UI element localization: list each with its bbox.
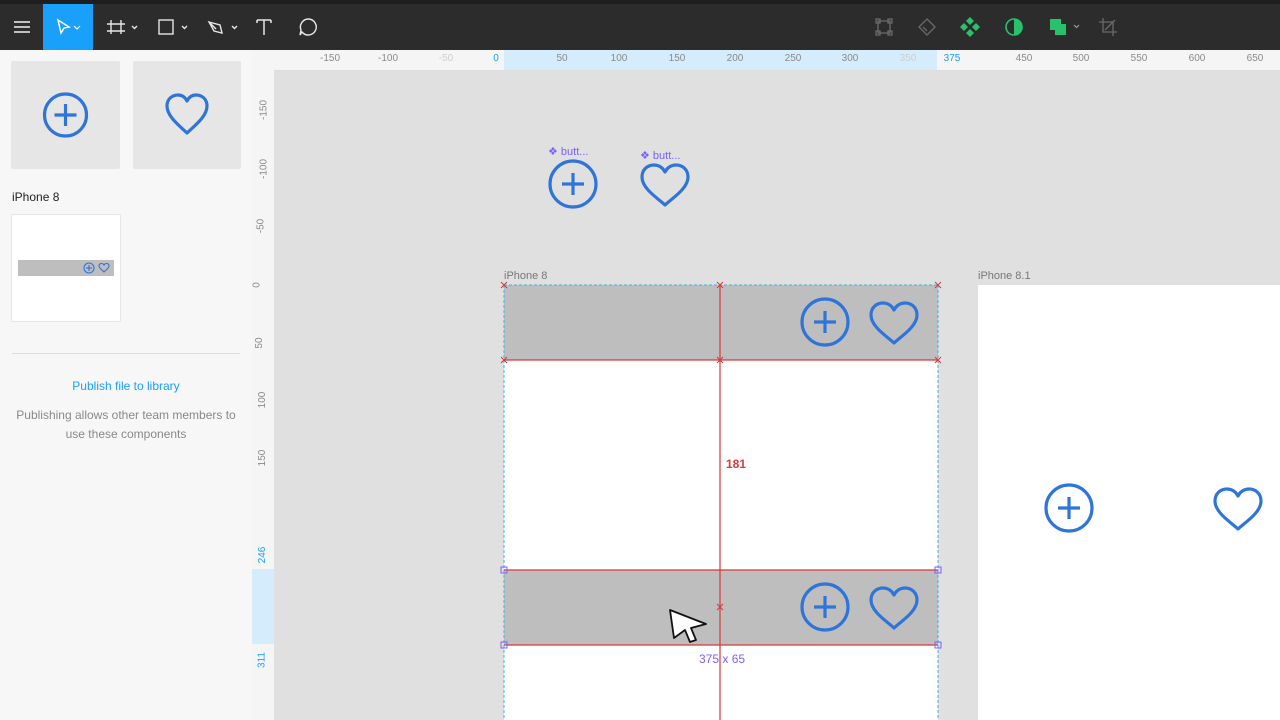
cursor-arrow-icon <box>56 18 81 35</box>
ruler-tick-label: 50 <box>254 337 266 349</box>
ruler-tick-label: 375 <box>943 53 961 64</box>
ruler-tick-label: 0 <box>493 53 499 64</box>
ruler-tick-label: -150 <box>258 99 270 121</box>
ruler-tick-label: 550 <box>1130 53 1148 64</box>
mouse-cursor-icon <box>669 609 707 643</box>
ruler-tick-label: 300 <box>841 53 859 64</box>
ruler-tick-label: -100 <box>258 158 270 180</box>
plus-circle-icon <box>42 92 89 138</box>
publish-description: Publishing allows other team members to … <box>16 408 236 441</box>
ruler-tick-label: 150 <box>256 449 268 467</box>
ruler-tick-label: 150 <box>668 53 686 64</box>
ruler-selection-highlight-v <box>252 569 274 644</box>
ruler-tick-label: 250 <box>784 53 802 64</box>
ruler-tick-label: 50 <box>556 53 568 64</box>
text-icon <box>256 19 272 35</box>
vertical-ruler: -150 -100 -50 0 50 100 150 246 311 <box>252 70 275 720</box>
ruler-tick-label: -50 <box>438 53 454 64</box>
ruler-tick-label: 500 <box>1072 53 1090 64</box>
ruler-tick-label: 450 <box>1015 53 1033 64</box>
page-title: iPhone 8 <box>12 190 60 204</box>
udemy-watermark: Udemy <box>1198 685 1252 702</box>
toolbar-top-strip <box>0 0 1280 4</box>
ruler-tick-label: -100 <box>377 53 399 64</box>
hamburger-menu-button[interactable] <box>0 4 43 50</box>
assets-sidebar: iPhone 8 Publish file to library Publish… <box>0 50 253 720</box>
ruler-tick-label: -150 <box>319 53 341 64</box>
crop-icon <box>1099 18 1117 36</box>
ruler-tick-label: 600 <box>1188 53 1206 64</box>
mask-icon <box>1005 18 1023 36</box>
comment-icon <box>299 18 317 36</box>
page-thumbnail[interactable] <box>11 214 121 322</box>
bounds-icon <box>875 18 893 36</box>
pen-icon <box>207 20 238 34</box>
crop-button[interactable] <box>1094 4 1122 50</box>
measurement-overlay <box>500 281 942 720</box>
shape-tool-button[interactable] <box>150 4 190 50</box>
frame-icon <box>107 20 138 34</box>
vertical-gap-measure: 181 <box>726 457 747 471</box>
ruler-tick-label: 311 <box>256 652 268 668</box>
boolean-icon <box>918 18 936 36</box>
hamburger-icon <box>13 21 30 33</box>
union-icon <box>1050 19 1080 35</box>
ruler-tick-label: 200 <box>726 53 744 64</box>
ruler-selection-highlight <box>504 50 937 70</box>
pen-tool-button[interactable] <box>200 4 240 50</box>
design-canvas[interactable]: ❖ butt... ❖ butt... iPhone 8 iPhone 8.1 <box>274 71 1280 720</box>
component-icon <box>960 17 980 37</box>
comment-tool-button[interactable] <box>294 4 322 50</box>
component-bounds-button[interactable] <box>870 4 898 50</box>
ruler-tick-label: 100 <box>256 391 268 409</box>
create-component-button[interactable] <box>956 4 984 50</box>
ruler-tick-label: 100 <box>610 53 628 64</box>
ruler-tick-label: 246 <box>256 546 268 564</box>
ruler-tick-label: 350 <box>899 53 917 64</box>
mask-button[interactable] <box>1000 4 1028 50</box>
ruler-tick-label: 650 <box>1246 53 1264 64</box>
horizontal-ruler: -150 -100 -50 0 50 100 150 200 250 300 350 375 450 50… <box>252 50 1280 71</box>
rectangle-icon <box>158 19 188 35</box>
move-tool-button[interactable] <box>43 4 93 50</box>
union-button[interactable] <box>1044 4 1084 50</box>
thumbnail-icons <box>83 262 110 274</box>
component-card-plus[interactable] <box>11 61 120 169</box>
heart-icon <box>165 93 209 135</box>
text-tool-button[interactable] <box>250 4 278 50</box>
toolbar <box>0 0 1280 50</box>
selection-size-label: 375 x 65 <box>699 652 746 666</box>
frame-tool-button[interactable] <box>100 4 140 50</box>
thumbnail-bar <box>18 260 114 276</box>
component-card-heart[interactable] <box>133 61 241 169</box>
boolean-button[interactable] <box>913 4 941 50</box>
sidebar-divider <box>12 353 240 354</box>
ruler-tick-label: 0 <box>252 282 263 288</box>
publish-library-link[interactable]: Publish file to library <box>0 379 252 393</box>
ruler-tick-label: -50 <box>255 218 267 234</box>
